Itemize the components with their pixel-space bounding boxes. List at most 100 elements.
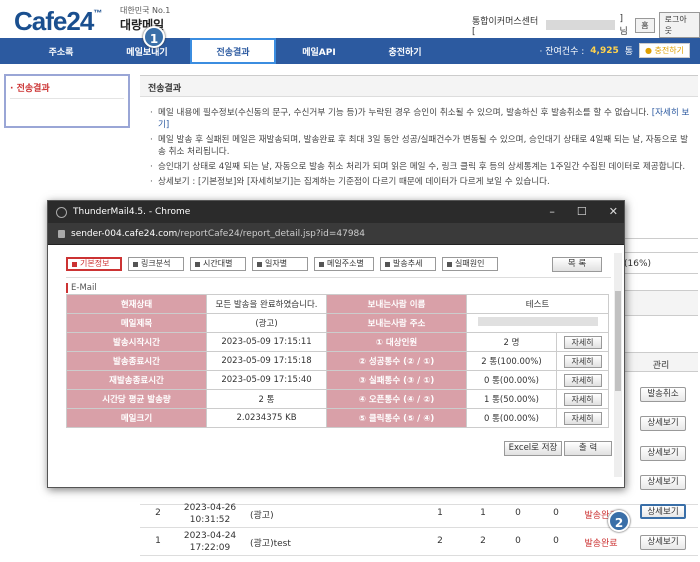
detail-row: 발송시작시간 2023-05-09 17:15:11 ① 대상인원 2 명 자세… [66,332,609,352]
detail-button[interactable]: 상세보기 [640,416,686,431]
detail-row: 현재상태 모든 발송을 완료하였습니다. 보내는사람 이름 테스트 [66,294,609,314]
row-status: 발송완료 [584,539,618,549]
nav-address-book[interactable]: 주소록 [18,45,104,58]
cancel-send-button[interactable]: 발송취소 [640,387,686,402]
home-button[interactable]: 홈 [635,17,655,33]
tab-link-analysis[interactable]: 링크분석 [128,257,184,271]
page-title: 전송결과 [140,75,698,97]
more-detail-button[interactable]: 자세히 [563,335,602,349]
detail-label: 재발송종료시간 [66,370,207,390]
detail-value: 2 통 [206,389,327,409]
cafe24-logo[interactable]: Cafe24™ [14,6,102,37]
coin-icon: ● [645,46,652,55]
tab-square-icon [72,261,77,267]
detail-row: 재발송종료시간 2023-05-09 17:15:40 ③ 실패통수 (③ / … [66,370,609,390]
balance-value: 4,925 [590,45,619,56]
detail-value: 2023-05-09 17:15:18 [206,351,327,371]
left-sidebar: · 전송결과 [4,74,130,128]
detail-btn-cell: 자세히 [556,408,609,428]
detail-row: 메일크기 2.0234375 KB ⑤ 클릭통수 (⑤ / ④) 0 통(00.… [66,408,609,428]
row-count: 0 [553,508,559,518]
row-number: 1 [155,536,161,546]
charge-button-label: 충전하기 [654,46,684,55]
detail-label: 보내는사람 이름 [326,294,467,314]
mgmt-column-header: 관리 [624,352,698,372]
detail-button[interactable]: 상세보기 [640,446,686,461]
table-row: 1 2023-04-24 17:22:09 (광고)test 2 2 0 0 발송… [140,528,698,556]
logo-subtitle: 대한민국 No.1 [120,6,171,15]
report-tabs: 기본정보 링크분석 시간대별 일자별 메일주소별 발송추세 실패원인 [66,257,498,271]
user-info: 통합이커머스센터[ ]님 홈 로그아웃 [472,12,700,38]
divider [66,277,611,278]
close-icon[interactable]: ✕ [609,205,618,218]
window-controls: – ☐ ✕ [549,205,618,218]
notice-list: 메일 내용에 필수정보(수신동의 문구, 수신거부 기능 등)가 누락된 경우 … [150,107,690,191]
success-rate: (16%) [620,252,698,274]
more-detail-button[interactable]: 자세히 [563,411,602,425]
tab-label: 시간대별 [203,259,233,268]
tab-square-icon [133,261,138,267]
detail-label: ② 성공통수 (② / ①) [326,351,467,371]
minimize-icon[interactable]: – [549,205,555,218]
balance-area: · 잔여건수 : 4,925 통 ● 충전하기 [540,43,690,58]
detail-label: 발송종료시간 [66,351,207,371]
detail-btn-cell: 자세히 [556,332,609,352]
detail-value: 테스트 [466,294,609,314]
tab-label: 기본정보 [80,259,110,268]
balance-label: · 잔여건수 : [539,47,585,57]
detail-value: 2 통(100.00%) [466,351,557,371]
tab-by-hour[interactable]: 시간대별 [190,257,246,271]
row-date-day: 2023-04-26 [183,503,237,513]
report-popup-window: ThunderMail4.5. - Chrome – ☐ ✕ sender-00… [47,200,625,488]
tab-failure-reason[interactable]: 실패원인 [442,257,498,271]
row-title[interactable]: (광고) [250,508,290,521]
detail-value: 1 통(50.00%) [466,389,557,409]
user-id-redacted [545,20,616,30]
excel-save-button[interactable]: Excel로 저장 [504,441,562,456]
detail-value: 2 명 [466,332,557,352]
tab-by-day[interactable]: 일자별 [252,257,308,271]
charge-button[interactable]: ● 충전하기 [639,43,690,58]
nav-send-results[interactable]: 전송결과 [190,38,276,64]
logout-button[interactable]: 로그아웃 [658,12,700,38]
maximize-icon[interactable]: ☐ [577,205,587,218]
tab-send-trend[interactable]: 발송추세 [380,257,436,271]
detail-value: 모든 발송을 완료하였습니다. [206,294,327,314]
notice-item: 승인대기 상태로 4일째 되는 날, 자동으로 발송 취소 처리가 되며 읽은 … [150,161,690,173]
nav-send-mail[interactable]: 메일보내기 [104,45,190,58]
report-detail-table: 현재상태 모든 발송을 완료하였습니다. 보내는사람 이름 테스트 메일제목 (… [66,294,609,428]
tab-by-address[interactable]: 메일주소별 [314,257,374,271]
sender-address-redacted [466,313,609,333]
detail-label: 시간당 평균 발송량 [66,389,207,409]
bullet-icon: · [10,84,14,94]
row-count: 0 [553,536,559,546]
row-count: 0 [515,508,521,518]
lock-icon [58,229,65,238]
tab-label: 실패원인 [455,259,485,268]
tab-square-icon [447,261,452,267]
notice-text: 메일 내용에 필수정보(수신동의 문구, 수신거부 기능 등)가 누락된 경우 … [158,108,650,118]
detail-value: (광고) [206,313,327,333]
more-detail-button[interactable]: 자세히 [563,373,602,387]
more-detail-button[interactable]: 자세히 [563,354,602,368]
nav-charge[interactable]: 충전하기 [362,45,448,58]
detail-button[interactable]: 상세보기 [640,535,686,550]
sidebar-item-send-results[interactable]: · 전송결과 [10,81,124,99]
row-title[interactable]: (광고)test [250,536,310,549]
popup-scroll-thumb[interactable] [615,291,621,391]
tab-basic-info[interactable]: 기본정보 [66,257,122,271]
tab-square-icon [385,261,390,267]
nav-mail-api[interactable]: 메일API [276,45,362,58]
sidebar-item-label: 전송결과 [16,84,50,94]
row-date-day: 2023-04-24 [183,531,237,541]
detail-button-highlighted[interactable]: 상세보기 [640,504,686,519]
detail-value: 0 통(00.00%) [466,408,557,428]
print-button[interactable]: 출 력 [564,441,612,456]
popup-url-bar[interactable]: sender-004.cafe24.com/reportCafe24/repor… [48,223,624,245]
more-detail-button[interactable]: 자세히 [563,392,602,406]
list-button[interactable]: 목 록 [552,257,602,272]
detail-label: ③ 실패통수 (③ / ①) [326,370,467,390]
popup-titlebar[interactable]: ThunderMail4.5. - Chrome – ☐ ✕ [48,201,624,223]
detail-row: 발송종료시간 2023-05-09 17:15:18 ② 성공통수 (② / ①… [66,351,609,371]
tab-label: 발송추세 [393,259,423,268]
